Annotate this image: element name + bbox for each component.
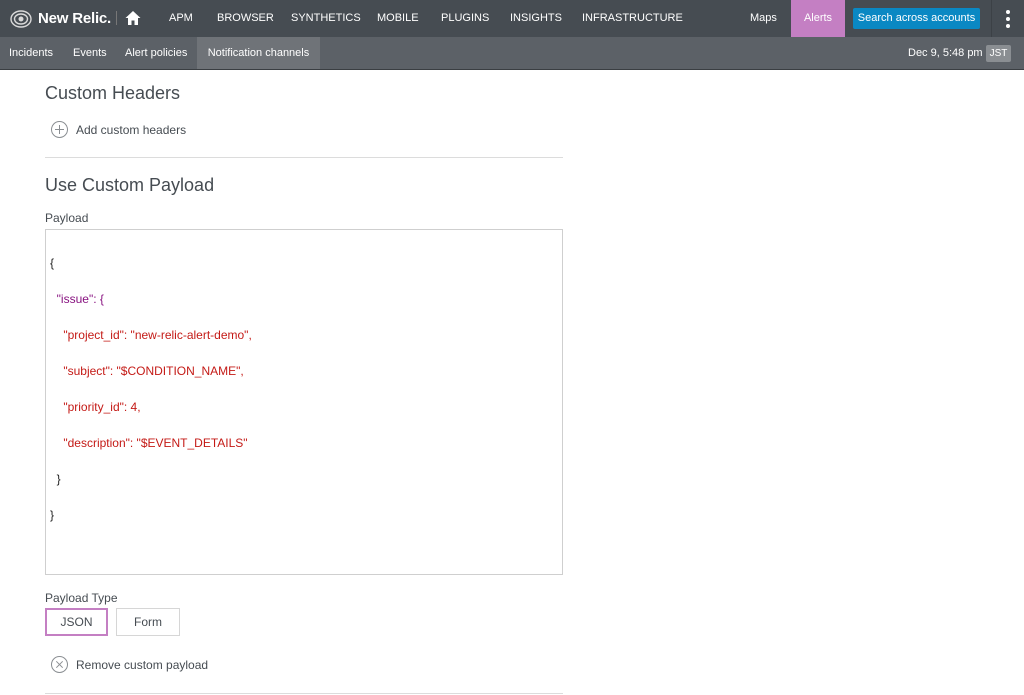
add-circle-icon — [51, 121, 68, 138]
remove-custom-payload-label: Remove custom payload — [76, 657, 209, 672]
top-nav: New Relic. APM BROWSER SYNTHETICS MOBILE… — [0, 0, 1024, 37]
kebab-dot-icon — [1006, 24, 1010, 28]
payload-line: "project_id": "new-relic-alert-demo", — [50, 328, 252, 342]
home-icon[interactable] — [124, 9, 142, 27]
nav-infrastructure[interactable]: INFRASTRUCTURE — [582, 0, 683, 37]
nav-maps[interactable]: Maps — [750, 0, 777, 37]
kebab-dot-icon — [1006, 17, 1010, 21]
nav-mobile[interactable]: MOBILE — [377, 0, 419, 37]
tab-alert-policies[interactable]: Alert policies — [125, 37, 187, 69]
payload-type-label: Payload Type — [45, 591, 118, 605]
payload-line: "subject": "$CONDITION_NAME", — [50, 364, 244, 378]
tab-notification-channels[interactable]: Notification channels — [197, 37, 320, 69]
nav-apm[interactable]: APM — [169, 0, 193, 37]
add-custom-headers-button[interactable]: Add custom headers — [51, 121, 186, 138]
payload-code: { "issue": { "project_id": "new-relic-al… — [50, 233, 252, 545]
add-custom-headers-label: Add custom headers — [76, 122, 187, 137]
nav-alerts[interactable]: Alerts — [791, 0, 845, 37]
payload-line: } — [50, 472, 61, 486]
payload-line: "description": "$EVENT_DETAILS" — [50, 436, 248, 450]
payload-type-form-button[interactable]: Form — [116, 608, 180, 636]
payload-label: Payload — [45, 211, 89, 225]
nav-insights[interactable]: INSIGHTS — [510, 0, 562, 37]
payload-line: { — [50, 256, 55, 270]
nav-browser[interactable]: BROWSER — [217, 0, 274, 37]
remove-circle-icon — [51, 656, 68, 673]
current-datetime: Dec 9, 5:48 pm — [908, 47, 983, 59]
kebab-dot-icon — [1006, 10, 1010, 14]
search-across-accounts-button[interactable]: Search across accounts — [853, 8, 980, 29]
section-divider — [45, 157, 563, 158]
custom-headers-title: Custom Headers — [45, 83, 181, 103]
brand-name: New Relic. — [38, 10, 112, 27]
payload-type-json-button[interactable]: JSON — [45, 608, 108, 636]
tab-events[interactable]: Events — [73, 37, 107, 69]
payload-line: "priority_id": 4, — [50, 400, 141, 414]
tab-incidents[interactable]: Incidents — [9, 37, 53, 69]
more-menu-button[interactable] — [991, 0, 1024, 37]
payload-editor[interactable]: { "issue": { "project_id": "new-relic-al… — [45, 229, 563, 575]
section-divider-bottom — [45, 693, 563, 694]
new-relic-logo-icon — [10, 9, 32, 28]
brand-logo-link[interactable]: New Relic. — [10, 0, 111, 37]
payload-line: } — [50, 508, 55, 522]
payload-line: "issue": { — [50, 292, 104, 306]
nav-synthetics[interactable]: SYNTHETICS — [291, 0, 361, 37]
sub-nav: Incidents Events Alert policies Notifica… — [0, 37, 1024, 70]
nav-divider — [116, 11, 117, 25]
remove-custom-payload-button[interactable]: Remove custom payload — [51, 656, 208, 673]
custom-payload-title: Use Custom Payload — [45, 175, 215, 195]
nav-plugins[interactable]: PLUGINS — [441, 0, 489, 37]
timezone-badge[interactable]: JST — [986, 45, 1011, 62]
